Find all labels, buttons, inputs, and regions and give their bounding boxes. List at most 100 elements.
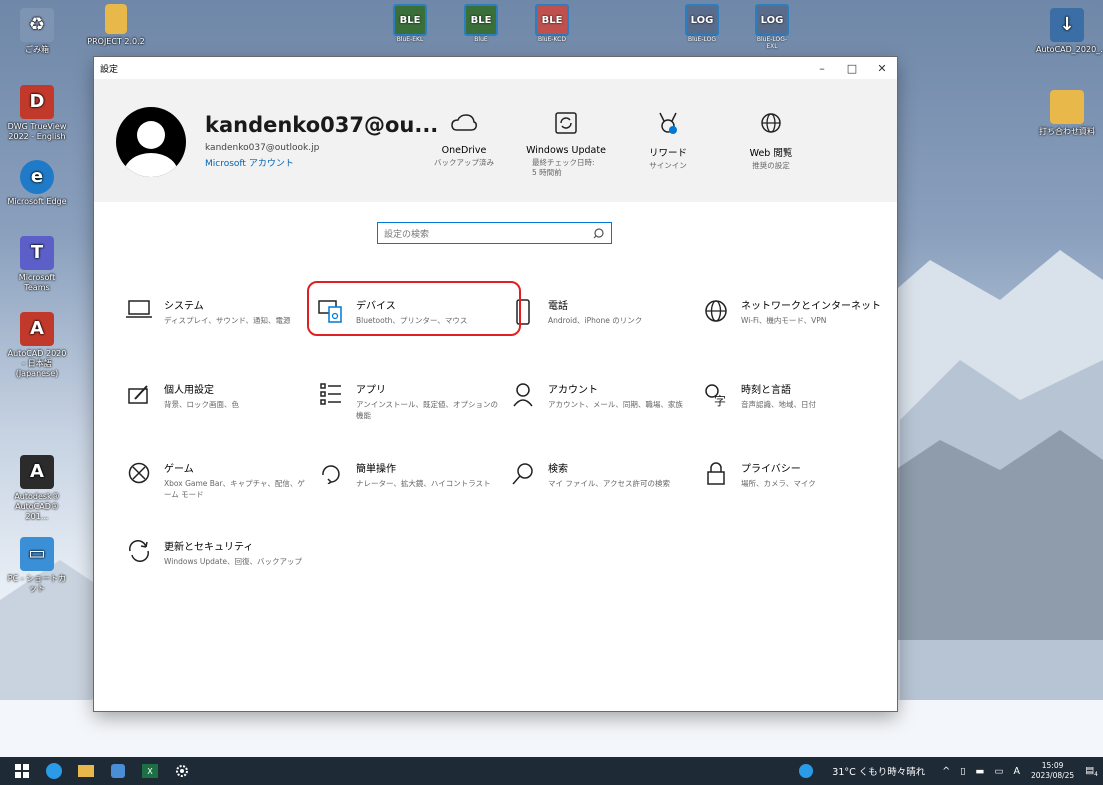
network-app-icon[interactable] xyxy=(102,757,134,785)
clock[interactable]: 15:09 2023/08/25 xyxy=(1031,761,1074,781)
category-devices[interactable]: デバイス Bluetooth、プリンター、マウス xyxy=(312,297,502,347)
dwg-trueview-icon: D xyxy=(20,85,54,119)
folder-icon xyxy=(105,4,127,34)
category-desc: 場所、カメラ、マイク xyxy=(741,479,816,488)
category-name: システム xyxy=(164,301,204,312)
wifi-icon[interactable]: ▬ xyxy=(975,766,984,777)
phone-icon xyxy=(504,297,542,347)
desktop-icon-label: BluE-LOG-EXL xyxy=(756,36,788,50)
header-web-browsing[interactable]: Web 閲覧 推奨の設定 xyxy=(721,109,821,171)
category-name: 簡単操作 xyxy=(356,464,396,475)
settings-search-input[interactable]: 設定の検索 xyxy=(377,222,612,244)
category-personalization[interactable]: 個人用設定 背景、ロック画面、色 xyxy=(120,381,310,431)
category-accounts[interactable]: アカウント アカウント、メール、同期、職場、家族 xyxy=(504,381,694,431)
header-item-sub: バックアップ済み xyxy=(434,158,494,167)
accounts-icon xyxy=(504,381,542,431)
category-name: プライバシー xyxy=(741,464,801,475)
account-name: kandenko037@ou... xyxy=(205,113,439,137)
desktop-icon-blue-kcd[interactable]: BLE BluE-KCD xyxy=(532,4,572,43)
search-placeholder: 設定の検索 xyxy=(384,229,430,240)
svg-text:字: 字 xyxy=(714,393,726,407)
excel-icon[interactable]: X xyxy=(134,757,166,785)
desktop-icon-label: AutoCAD 2020 - 日本語 (Japanese) xyxy=(7,349,67,378)
update-security-icon xyxy=(120,538,158,588)
clock-date: 2023/08/25 xyxy=(1030,771,1075,780)
autodesk-icon: A xyxy=(20,455,54,489)
desktop-icon-teams[interactable]: T Microsoft Teams xyxy=(6,236,68,293)
desktop-icon-label: BluE-LOG xyxy=(687,36,717,43)
desktop-icon-folder-top[interactable]: PROJECT 2.0.2 xyxy=(85,4,147,47)
clock-time: 15:09 xyxy=(1041,761,1064,770)
time-language-icon: 字 xyxy=(697,381,735,431)
desktop-icon-label: AutoCAD_2020_... xyxy=(1036,45,1103,54)
privacy-icon xyxy=(697,460,735,510)
desktop-icon-pc-shortcut[interactable]: ▭ PC - ショートカット xyxy=(6,537,68,594)
category-desc: Bluetooth、プリンター、マウス xyxy=(356,316,468,325)
desktop-icon-label: Autodesk® AutoCAD® 201... xyxy=(14,492,60,521)
minimize-button[interactable]: – xyxy=(807,62,837,75)
category-network[interactable]: ネットワークとインターネット Wi-Fi、機内モード、VPN xyxy=(697,297,887,347)
desktop-icon-autodesk[interactable]: A Autodesk® AutoCAD® 201... xyxy=(6,455,68,522)
header-rewards[interactable]: リワード サインイン xyxy=(618,109,718,171)
windows-update-icon xyxy=(516,109,616,137)
desktop-icon-dwg-trueview[interactable]: D DWG TrueView 2022 - English xyxy=(6,85,68,142)
ease-of-access-icon xyxy=(312,460,350,510)
category-desc: Wi-Fi、機内モード、VPN xyxy=(741,316,827,325)
start-button[interactable] xyxy=(6,757,38,785)
desktop-icon-label: 打ち合わせ資料 xyxy=(1039,127,1095,136)
header-item-label: Web 閲覧 xyxy=(749,148,793,159)
avatar[interactable] xyxy=(116,107,186,177)
system-tray: 31°C くもり時々晴れ ^ ▯ ▬ ▭ A 15:09 2023/08/25 … xyxy=(794,757,1103,785)
desktop-icon-blue-ekl[interactable]: BLE BluE-EKL xyxy=(390,4,430,43)
microsoft-account-link[interactable]: Microsoft アカウント xyxy=(205,156,294,169)
category-name: 個人用設定 xyxy=(164,385,214,396)
category-time-language[interactable]: 字 時刻と言語 音声認識、地域、日付 xyxy=(697,381,887,431)
category-apps[interactable]: アプリ アンインストール、既定値、オプションの機能 xyxy=(312,381,502,431)
help-icon[interactable] xyxy=(799,764,814,778)
category-update-security[interactable]: 更新とセキュリティ Windows Update、回復、バックアップ xyxy=(120,538,310,588)
category-desc: ナレーター、拡大鏡、ハイコントラスト xyxy=(356,479,491,488)
search-icon xyxy=(504,460,542,510)
category-gaming[interactable]: ゲーム Xbox Game Bar、キャプチャ、配信、ゲーム モード xyxy=(120,460,310,510)
desktop-icon-blue-log[interactable]: LOG BluE-LOG xyxy=(682,4,722,43)
close-button[interactable]: ✕ xyxy=(867,62,897,75)
desktop-icon-meeting-folder[interactable]: 打ち合わせ資料 xyxy=(1036,90,1098,137)
settings-gear-icon[interactable] xyxy=(166,757,198,785)
category-name: ネットワークとインターネット xyxy=(741,301,881,312)
ble-log-icon: LOG xyxy=(685,4,719,36)
desktop-icon-label: BluE-KCD xyxy=(538,36,566,43)
keyboard-icon[interactable]: ▭ xyxy=(994,766,1003,777)
file-explorer-icon[interactable] xyxy=(70,757,102,785)
weather-widget[interactable]: 31°C くもり時々晴れ xyxy=(832,764,925,778)
chevron-up-icon[interactable]: ^ xyxy=(942,766,950,777)
maximize-button[interactable]: □ xyxy=(837,62,867,75)
header-item-label: リワード xyxy=(648,148,687,159)
header-windows-update[interactable]: Windows Update 最終チェック日時: 5 時間前 xyxy=(516,109,616,178)
edge-taskbar-icon[interactable] xyxy=(38,757,70,785)
category-desc: マイ ファイル、アクセス許可の検索 xyxy=(548,479,671,488)
devices-icon xyxy=(312,297,350,347)
category-system[interactable]: システム ディスプレイ、サウンド、通知、電源 xyxy=(120,297,310,347)
desktop-icon-recycle-bin[interactable]: ♻ ごみ箱 xyxy=(6,8,68,55)
desktop-icon-blue-log-exl[interactable]: LOG BluE-LOG-EXL xyxy=(752,4,792,50)
category-search[interactable]: 検索 マイ ファイル、アクセス許可の検索 xyxy=(504,460,694,510)
category-desc: アカウント、メール、同期、職場、家族 xyxy=(548,400,683,409)
header-item-label: Windows Update xyxy=(526,145,606,156)
category-phone[interactable]: 電話 Android、iPhone のリンク xyxy=(504,297,694,347)
category-desc: Android、iPhone のリンク xyxy=(548,316,643,325)
header-onedrive[interactable]: OneDrive バックアップ済み xyxy=(414,109,514,168)
category-ease-of-access[interactable]: 簡単操作ナレーター、拡大鏡、ハイコントラスト xyxy=(312,460,502,510)
desktop-icon-blue[interactable]: BLE BluE xyxy=(461,4,501,43)
search-icon xyxy=(593,227,611,239)
desktop-icon-label: BluE xyxy=(474,36,488,43)
notification-icon[interactable]: ▤4 xyxy=(1085,765,1098,778)
desktop-icon-autocad-download[interactable]: ↓ AutoCAD_2020_... xyxy=(1036,8,1103,55)
category-name: 電話 xyxy=(548,301,568,312)
desktop-icon-autocad[interactable]: A AutoCAD 2020 - 日本語 (Japanese) xyxy=(6,312,68,379)
desktop-icon-edge[interactable]: e Microsoft Edge xyxy=(6,160,68,207)
battery-icon[interactable]: ▯ xyxy=(960,766,965,777)
desktop-icon-label: PROJECT 2.0.2 xyxy=(87,37,145,46)
ime-indicator[interactable]: A xyxy=(1013,766,1020,777)
category-privacy[interactable]: プライバシー場所、カメラ、マイク xyxy=(697,460,887,510)
apps-icon xyxy=(312,381,350,431)
